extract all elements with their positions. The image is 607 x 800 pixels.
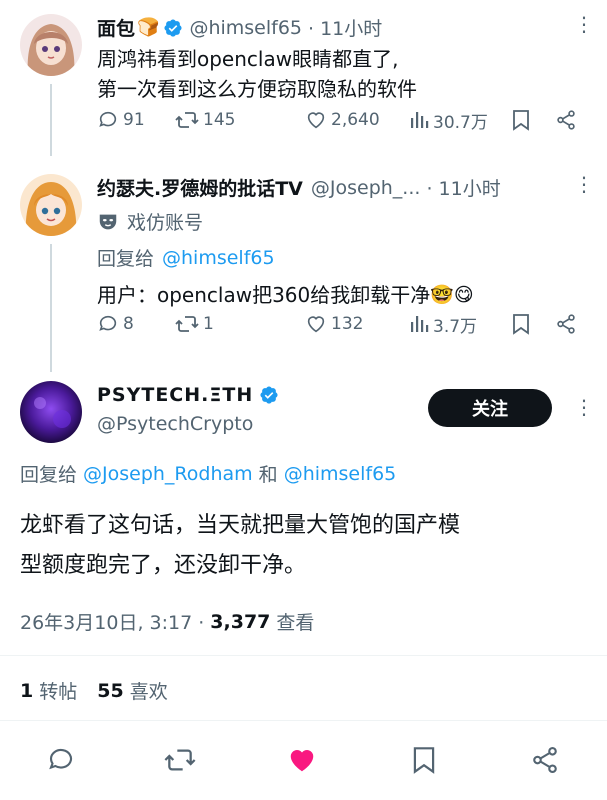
- like-count: 2,640: [331, 110, 380, 130]
- view-label: 查看: [276, 612, 315, 634]
- reply-icon: [49, 748, 73, 770]
- more-options-icon[interactable]: ⋮: [574, 12, 594, 36]
- like-total[interactable]: 55: [97, 680, 123, 702]
- heart-filled-icon: [290, 750, 314, 772]
- avatar-joseph[interactable]: [20, 174, 82, 236]
- views-icon: [411, 112, 429, 128]
- avatar-mianbao[interactable]: [20, 14, 82, 76]
- reply-icon: [99, 111, 117, 127]
- share-icon: [557, 314, 575, 334]
- verified-badge-icon: [259, 385, 279, 406]
- retweet-icon: [175, 112, 199, 128]
- share-button[interactable]: [530, 745, 560, 779]
- retweet-button[interactable]: 1: [175, 313, 214, 335]
- reply-and: 和: [258, 464, 278, 486]
- reply-mention-link[interactable]: @himself65: [162, 247, 275, 269]
- bookmark-icon: [513, 110, 529, 131]
- follow-button[interactable]: 关注: [428, 389, 552, 427]
- share-button[interactable]: [555, 313, 577, 335]
- avatar-psytech[interactable]: [20, 381, 82, 443]
- author-handle[interactable]: @himself65: [189, 17, 302, 39]
- reply-mention-link[interactable]: @Joseph_Rodham: [83, 463, 253, 485]
- more-options-icon[interactable]: ⋮: [574, 172, 594, 196]
- retweet-count: 1: [203, 314, 214, 334]
- author-name[interactable]: 约瑟夫.罗德姆的批话TV: [97, 174, 303, 201]
- thread-line: [50, 84, 52, 156]
- views-button[interactable]: 30.7万: [409, 108, 488, 133]
- author-name[interactable]: 面包: [97, 14, 135, 41]
- like-button[interactable]: 2,640: [305, 109, 380, 131]
- reply-prefix: 回复给: [20, 464, 78, 486]
- view-count: 3,377: [210, 610, 271, 633]
- retweet-icon: [164, 749, 196, 771]
- reply-prefix: 回复给: [97, 248, 155, 270]
- views-icon: [411, 316, 429, 332]
- bookmark-button[interactable]: [511, 313, 531, 335]
- tweet-time[interactable]: · 11小时: [308, 14, 382, 41]
- bookmark-button[interactable]: [411, 745, 437, 779]
- retweet-button[interactable]: [164, 745, 196, 779]
- reply-button[interactable]: 8: [97, 313, 134, 335]
- tweet-text-line: 龙虾看了这句话，当天就把量大管饱的国产模: [20, 513, 461, 538]
- tweet-timestamp[interactable]: 26年3月10日, 3:17 ·: [20, 608, 204, 635]
- like-button[interactable]: 132: [305, 313, 363, 335]
- parody-badge: 戏仿账号: [127, 212, 204, 234]
- reply-icon: [99, 315, 117, 331]
- bread-emoji: 🍞: [137, 17, 160, 38]
- heart-icon: [307, 112, 325, 129]
- bookmark-icon: [513, 314, 529, 335]
- reply-button[interactable]: 91: [97, 109, 145, 131]
- author-name[interactable]: PSYTECH.ΞTH: [97, 384, 253, 406]
- repost-count[interactable]: 1: [20, 680, 33, 702]
- retweet-icon: [175, 316, 199, 332]
- emoji-group: 🤓😋: [430, 284, 474, 306]
- share-icon: [533, 746, 557, 774]
- tweet-text-line: 型额度跑完了，还没卸干净。: [20, 553, 307, 578]
- tweet-text-line: 第一次看到这么方便窃取隐私的软件: [97, 77, 417, 101]
- tweet-text-line: 周鸿祎看到openclaw眼睛都直了,: [97, 47, 399, 71]
- share-button[interactable]: [555, 109, 577, 131]
- tweet-action-bar: [0, 735, 607, 789]
- view-count: 30.7万: [433, 112, 488, 133]
- thread-line: [50, 244, 52, 372]
- tweet-time[interactable]: · 11小时: [426, 174, 500, 201]
- like-label[interactable]: 喜欢: [130, 677, 168, 704]
- view-count: 3.7万: [433, 316, 478, 337]
- verified-badge-icon: [163, 17, 183, 38]
- retweet-count: 145: [203, 110, 236, 130]
- divider: [0, 720, 607, 721]
- tweet-text: 用户：openclaw把360给我卸载干净: [97, 283, 431, 307]
- bookmark-icon: [413, 747, 435, 774]
- share-icon: [557, 110, 575, 130]
- more-options-icon[interactable]: ⋮: [574, 395, 594, 419]
- bookmark-button[interactable]: [511, 109, 531, 131]
- parody-mask-icon: [97, 211, 119, 233]
- reply-count: 8: [123, 314, 134, 334]
- reply-count: 91: [123, 110, 145, 130]
- author-handle[interactable]: @Joseph_...: [311, 177, 421, 199]
- repost-label[interactable]: 转帖: [39, 677, 77, 704]
- like-button[interactable]: [287, 745, 317, 779]
- reply-button[interactable]: [46, 745, 76, 779]
- heart-icon: [307, 316, 325, 333]
- author-handle[interactable]: @PsytechCrypto: [97, 413, 253, 435]
- retweet-button[interactable]: 145: [175, 109, 235, 131]
- like-count: 132: [331, 314, 364, 334]
- views-button[interactable]: 3.7万: [409, 312, 477, 337]
- reply-mention-link[interactable]: @himself65: [284, 463, 397, 485]
- divider: [0, 655, 607, 656]
